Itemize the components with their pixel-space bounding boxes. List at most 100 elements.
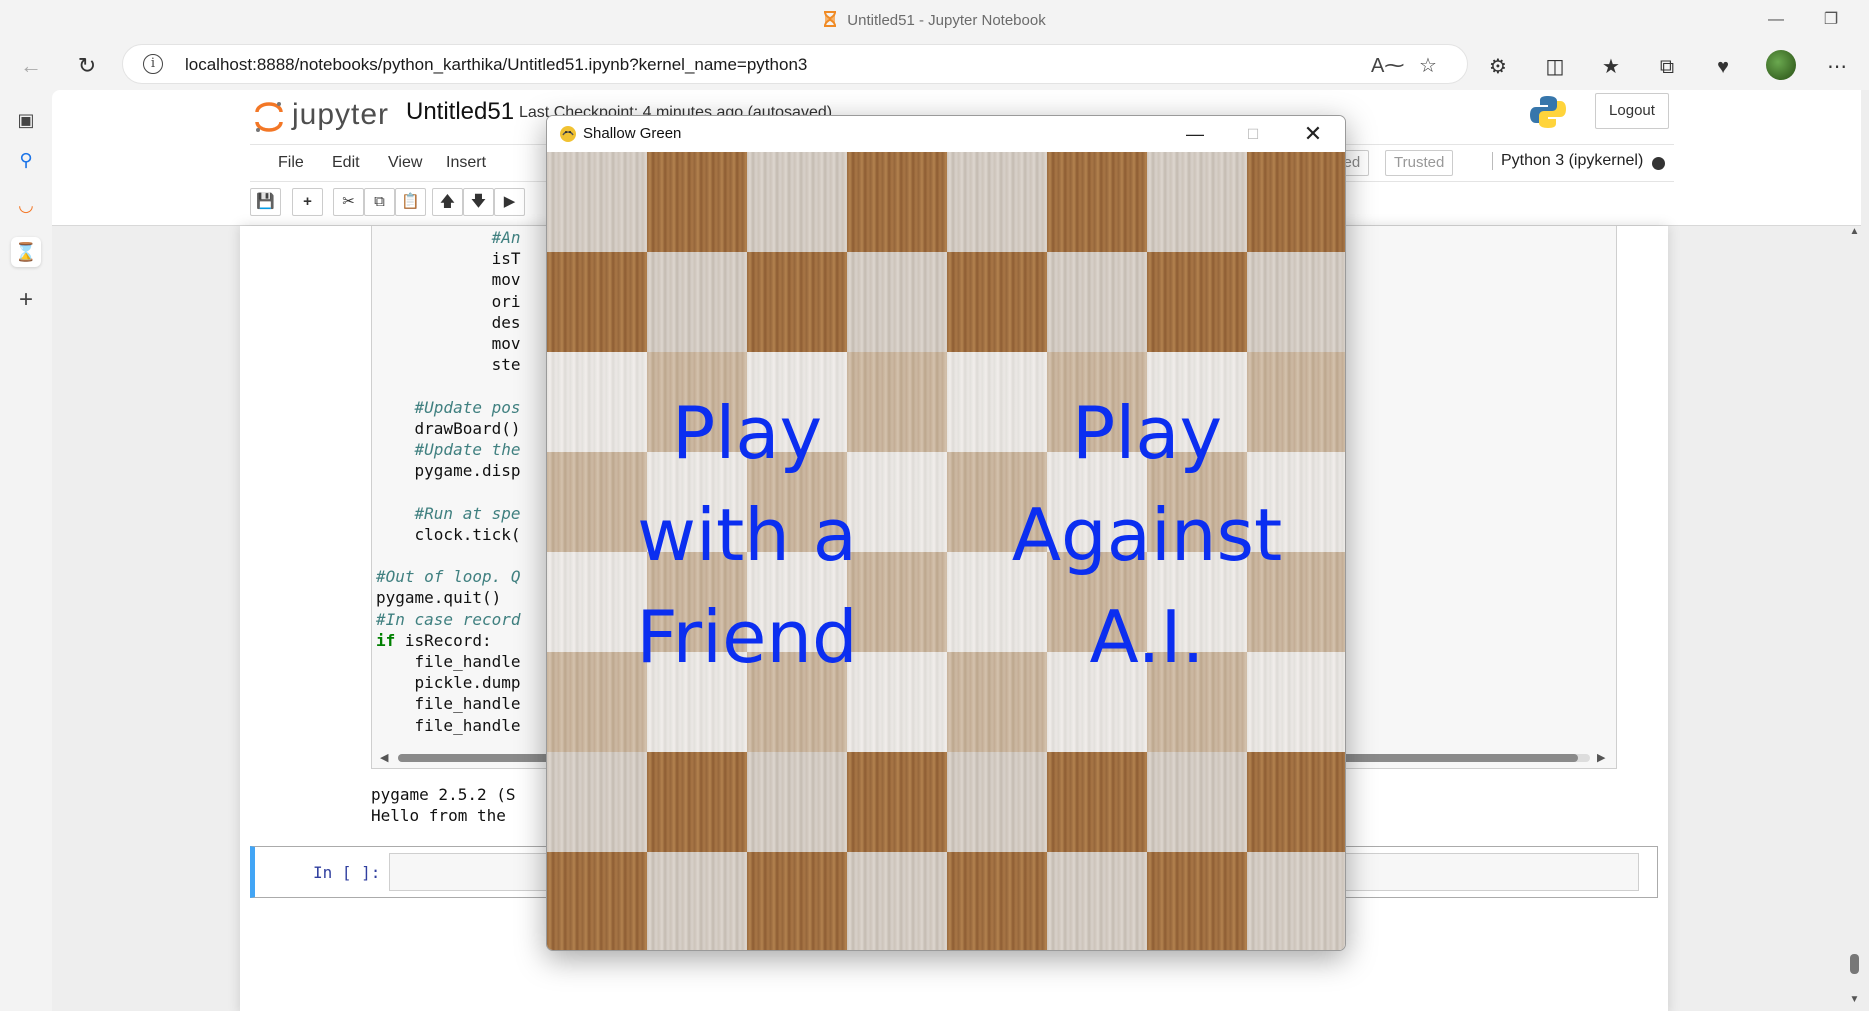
board-square [547, 752, 647, 852]
code-line: pygame.quit() [376, 588, 502, 608]
back-icon[interactable]: ← [14, 49, 48, 83]
board-square [747, 852, 847, 950]
kernel-name[interactable]: Python 3 (ipykernel) [1492, 152, 1643, 170]
code-line: clock.tick( [376, 524, 521, 544]
favorites-icon[interactable]: ★ [1597, 54, 1625, 80]
board-square [1047, 252, 1147, 352]
page-vertical-scrollbar[interactable]: ▲ ▼ [1848, 226, 1861, 1011]
pygame-maximize-icon: ☐ [1246, 126, 1260, 142]
board-square [647, 252, 747, 352]
code-line: des [376, 312, 521, 332]
run-icon[interactable]: ▶ [494, 188, 525, 216]
split-screen-icon[interactable]: ◫ [1541, 54, 1569, 80]
code-line: #Update the [376, 440, 521, 459]
favorite-star-icon[interactable]: ☆ [1419, 53, 1437, 78]
python-logo-icon [1530, 96, 1566, 128]
search-icon[interactable]: ⚲ [11, 145, 41, 175]
board-square [747, 252, 847, 352]
code-line: file_handle [376, 715, 521, 735]
browser-essentials-icon[interactable]: ♥ [1709, 54, 1737, 80]
scroll-down-icon[interactable]: ▼ [1849, 994, 1860, 1005]
board-square [947, 252, 1047, 352]
collections-icon[interactable]: ⧉ [1653, 54, 1681, 80]
board-square [1047, 852, 1147, 950]
jupyter-tab-icon[interactable]: ◡ [11, 190, 41, 220]
board-square [647, 852, 747, 950]
jupyter-logo-icon [255, 102, 283, 132]
scroll-left-icon[interactable]: ◀ [380, 751, 388, 764]
paste-icon[interactable]: 📋 [395, 188, 426, 216]
tabs-icon[interactable]: ▣ [11, 105, 41, 135]
board-square [947, 152, 1047, 252]
restore-icon[interactable]: ❐ [1811, 8, 1851, 32]
notebook-name[interactable]: Untitled51 [406, 98, 514, 126]
kernel-status-icon [1652, 157, 1665, 170]
scroll-right-icon[interactable]: ▶ [1597, 751, 1605, 764]
menu-edit[interactable]: Edit [332, 154, 360, 172]
pygame-close-icon[interactable]: ✕ [1293, 120, 1333, 148]
code-line: ste [376, 355, 521, 375]
board-square [1247, 752, 1345, 852]
board-square [1247, 252, 1345, 352]
info-icon[interactable]: i [143, 54, 163, 74]
code-line: mov [376, 270, 521, 290]
add-icon[interactable]: + [11, 285, 41, 315]
copy-icon[interactable]: ⧉ [364, 188, 395, 216]
board-square [547, 852, 647, 950]
refresh-icon[interactable]: ↻ [70, 49, 104, 83]
menu-insert[interactable]: Insert [446, 154, 486, 172]
board-square [847, 752, 947, 852]
code-line: file_handle [376, 694, 521, 714]
cut-icon[interactable]: ✂ [333, 188, 364, 216]
logout-button[interactable]: Logout [1595, 93, 1669, 129]
board-square [847, 252, 947, 352]
board-square [647, 152, 747, 252]
board-square [947, 752, 1047, 852]
board-square [747, 152, 847, 252]
pygame-window: Shallow Green — ☐ ✕ Play with a Friend P… [546, 115, 1346, 951]
code-line: #Update pos [376, 397, 521, 417]
board-square [947, 852, 1047, 950]
profile-avatar[interactable] [1766, 50, 1796, 80]
pygame-minimize-icon[interactable]: — [1175, 120, 1215, 148]
address-bar[interactable]: i localhost:8888/notebooks/python_karthi… [122, 44, 1468, 84]
code-line: isT [376, 249, 521, 269]
minimize-icon[interactable]: — [1756, 8, 1796, 32]
hourglass-tab-icon[interactable]: ⌛ [11, 237, 41, 267]
scroll-up-icon[interactable]: ▲ [1849, 226, 1860, 237]
menu-view[interactable]: View [388, 154, 422, 172]
play-with-friend-button[interactable]: Play with a Friend [607, 382, 887, 688]
sidebar: ▣ ⚲ ◡ ⌛ + [0, 90, 52, 1011]
play-against-ai-button[interactable]: Play Against A.I. [987, 382, 1307, 688]
board-square [1247, 852, 1345, 950]
board-square [1047, 752, 1147, 852]
move-down-icon[interactable]: 🡇 [463, 188, 494, 216]
hourglass-icon [824, 11, 837, 27]
board-square [547, 152, 647, 252]
menu-file[interactable]: File [278, 154, 304, 172]
more-options-icon[interactable]: ⋯ [1823, 54, 1851, 80]
read-aloud-icon[interactable]: A⁓ [1371, 53, 1404, 78]
code-line: if isRecord: [376, 630, 492, 650]
pygame-snake-icon [560, 126, 576, 142]
move-up-icon[interactable]: 🡅 [432, 188, 463, 216]
board-square [1147, 852, 1247, 950]
code-line: file_handle [376, 652, 521, 671]
url-text[interactable]: localhost:8888/notebooks/python_karthika… [185, 55, 807, 75]
code-line: #Run at spe [376, 503, 521, 523]
board-square [1147, 152, 1247, 252]
browser-titlebar: Untitled51 - Jupyter Notebook — ❐ [0, 0, 1869, 40]
add-cell-icon[interactable]: + [292, 188, 323, 216]
save-icon[interactable]: 💾 [250, 188, 281, 216]
pygame-window-title: Shallow Green [583, 125, 682, 142]
board-square [1247, 152, 1345, 252]
board-square [747, 752, 847, 852]
extensions-icon[interactable]: ⚙ [1484, 54, 1512, 80]
board-square [847, 852, 947, 950]
code-line: mov [376, 334, 521, 353]
page-scrollbar-thumb[interactable] [1850, 954, 1859, 974]
code-line: #An [376, 228, 521, 247]
trusted-badge[interactable]: Trusted [1385, 150, 1454, 176]
pygame-titlebar[interactable]: Shallow Green — ☐ ✕ [547, 116, 1345, 152]
code-line: drawBoard() [376, 418, 521, 438]
